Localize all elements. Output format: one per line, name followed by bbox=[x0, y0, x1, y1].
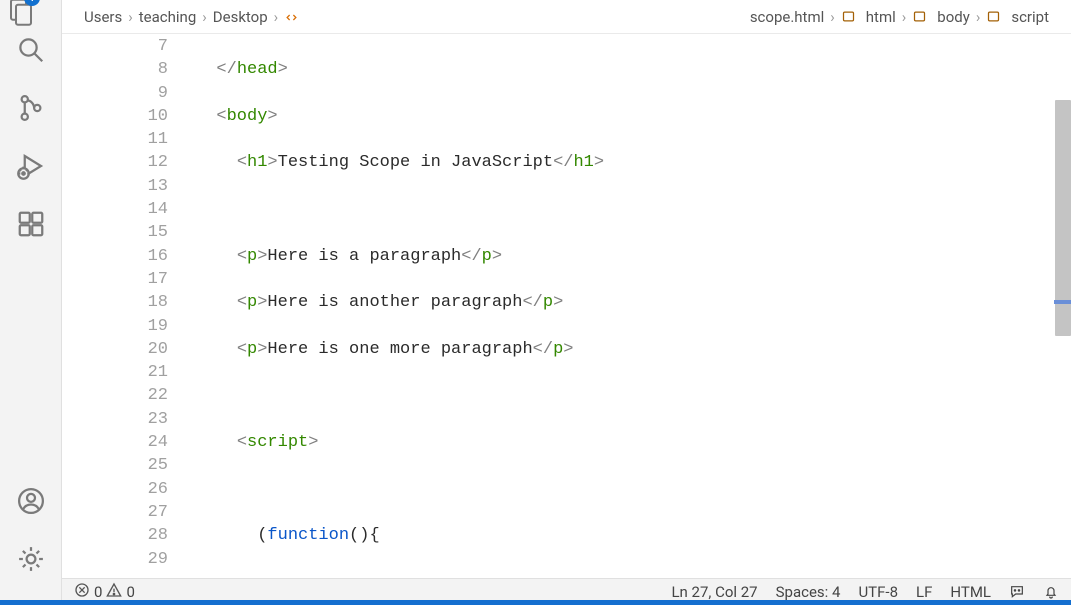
symbol-tag-icon bbox=[912, 9, 927, 24]
line-number: 8 bbox=[62, 58, 168, 81]
run-debug-icon[interactable] bbox=[13, 148, 49, 184]
chevron-right-icon: › bbox=[274, 8, 279, 26]
crumb[interactable]: Desktop bbox=[213, 8, 268, 26]
bell-icon[interactable] bbox=[1043, 584, 1059, 600]
line-number: 10 bbox=[62, 105, 168, 128]
line-number: 22 bbox=[62, 384, 168, 407]
chevron-right-icon: › bbox=[976, 8, 981, 26]
code-line[interactable]: <p>Here is another paragraph</p> bbox=[196, 291, 1071, 314]
line-number: 23 bbox=[62, 408, 168, 431]
line-number: 16 bbox=[62, 245, 168, 268]
crumb[interactable]: scope.html bbox=[750, 8, 824, 26]
gear-icon[interactable] bbox=[13, 541, 49, 577]
crumb[interactable]: teaching bbox=[139, 8, 197, 26]
warning-count: 0 bbox=[126, 583, 134, 601]
feedback-icon[interactable] bbox=[1009, 584, 1025, 600]
code-line[interactable] bbox=[196, 384, 1071, 407]
line-number: 25 bbox=[62, 454, 168, 477]
source-control-icon[interactable] bbox=[13, 90, 49, 126]
code-line[interactable]: <p>Here is one more paragraph</p> bbox=[196, 338, 1071, 361]
app-shell: 1 Users › bbox=[0, 0, 1071, 605]
line-number: 29 bbox=[62, 548, 168, 571]
line-number: 18 bbox=[62, 291, 168, 314]
code-line[interactable]: (function(){ bbox=[196, 524, 1071, 547]
status-errors[interactable]: 0 0 bbox=[74, 582, 135, 602]
line-number: 21 bbox=[62, 361, 168, 384]
crumb[interactable]: Users bbox=[84, 8, 122, 26]
error-icon bbox=[74, 582, 90, 602]
editor[interactable]: 7 8 9 10 11 12 13 14 15 16 17 18 19 20 2… bbox=[62, 34, 1071, 578]
line-number: 9 bbox=[62, 82, 168, 105]
line-number: 17 bbox=[62, 268, 168, 291]
chevron-right-icon: › bbox=[830, 8, 835, 26]
line-number: 27 bbox=[62, 501, 168, 524]
line-number: 13 bbox=[62, 175, 168, 198]
chevron-right-icon: › bbox=[128, 8, 133, 26]
crumb[interactable]: script bbox=[1011, 8, 1049, 26]
editor-column: Users › teaching › Desktop › scope.html … bbox=[62, 0, 1071, 605]
code-line[interactable] bbox=[196, 198, 1071, 221]
account-icon[interactable] bbox=[13, 483, 49, 519]
line-number: 28 bbox=[62, 524, 168, 547]
line-number: 7 bbox=[62, 35, 168, 58]
extensions-icon[interactable] bbox=[13, 206, 49, 242]
symbol-tag-icon bbox=[986, 9, 1001, 24]
status-encoding[interactable]: UTF-8 bbox=[858, 583, 898, 601]
crumb[interactable]: html bbox=[866, 8, 896, 26]
activity-bar: 1 bbox=[0, 0, 62, 605]
explorer-icon[interactable]: 1 bbox=[6, 0, 36, 30]
code-line[interactable]: <body> bbox=[196, 105, 1071, 128]
breadcrumb[interactable]: Users › teaching › Desktop › scope.html … bbox=[62, 0, 1071, 34]
line-number: 26 bbox=[62, 478, 168, 501]
code-line[interactable]: <script> bbox=[196, 431, 1071, 454]
crumb[interactable]: body bbox=[937, 8, 970, 26]
line-number: 19 bbox=[62, 315, 168, 338]
line-number: 14 bbox=[62, 198, 168, 221]
line-number: 15 bbox=[62, 221, 168, 244]
chevron-right-icon: › bbox=[902, 8, 907, 26]
warning-icon bbox=[106, 582, 122, 602]
search-icon[interactable] bbox=[13, 32, 49, 68]
line-number: 24 bbox=[62, 431, 168, 454]
status-eol[interactable]: LF bbox=[916, 583, 932, 601]
code-area[interactable]: </head> <body> <h1>Testing Scope in Java… bbox=[196, 34, 1071, 578]
line-number: 12 bbox=[62, 151, 168, 174]
status-indent[interactable]: Spaces: 4 bbox=[776, 583, 841, 601]
gutter: 7 8 9 10 11 12 13 14 15 16 17 18 19 20 2… bbox=[62, 34, 196, 578]
chevron-right-icon: › bbox=[202, 8, 207, 26]
code-line[interactable]: <h1>Testing Scope in JavaScript</h1> bbox=[196, 151, 1071, 174]
symbol-tag-icon bbox=[841, 9, 856, 24]
error-count: 0 bbox=[94, 583, 102, 601]
code-line[interactable]: </head> bbox=[196, 58, 1071, 81]
line-number: 20 bbox=[62, 338, 168, 361]
code-line[interactable] bbox=[196, 571, 1071, 578]
file-code-icon bbox=[284, 9, 740, 25]
status-lncol[interactable]: Ln 27, Col 27 bbox=[671, 583, 757, 601]
minimap-highlight bbox=[1054, 300, 1071, 304]
minimap[interactable] bbox=[1054, 34, 1071, 578]
line-number: 11 bbox=[62, 128, 168, 151]
code-line[interactable]: <p>Here is a paragraph</p> bbox=[196, 245, 1071, 268]
code-line[interactable] bbox=[196, 478, 1071, 501]
status-language[interactable]: HTML bbox=[950, 583, 991, 601]
window-accent-bar bbox=[0, 600, 1071, 605]
